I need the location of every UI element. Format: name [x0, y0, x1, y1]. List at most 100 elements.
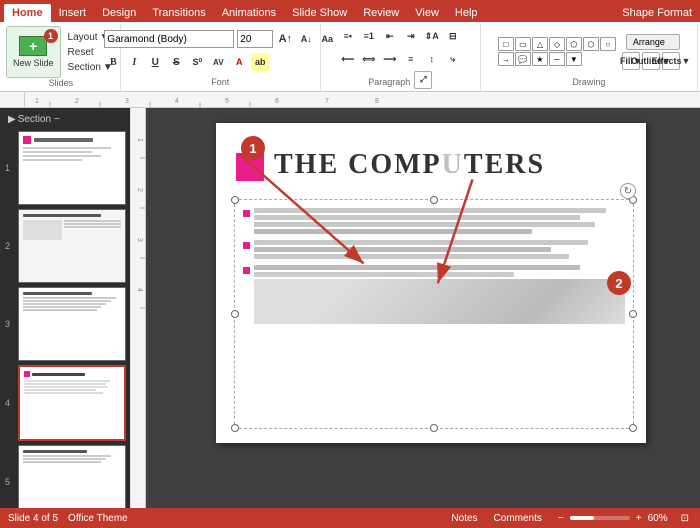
- slides-group-label: Slides: [49, 78, 74, 90]
- arrange-button[interactable]: Arrange: [626, 34, 680, 50]
- bold-button[interactable]: B: [104, 53, 122, 71]
- shape-oval[interactable]: ○: [600, 37, 616, 51]
- slide-thumb-4[interactable]: [18, 365, 126, 441]
- list-numbers-btn[interactable]: ≡1: [360, 27, 378, 45]
- shape-star[interactable]: ★: [532, 52, 548, 66]
- align-left-btn[interactable]: ⟵: [339, 50, 357, 68]
- shape-more[interactable]: ▼: [566, 52, 582, 66]
- indent-increase-btn[interactable]: ⇥: [402, 27, 420, 45]
- notes-btn[interactable]: Notes: [448, 512, 480, 525]
- handle-ml[interactable]: [231, 310, 239, 318]
- ribbon-tabs: Home Insert Design Transitions Animation…: [0, 0, 700, 22]
- justify-btn[interactable]: ≡: [402, 50, 420, 68]
- tab-slideshow[interactable]: Slide Show: [284, 4, 355, 22]
- zoom-in-btn[interactable]: +: [633, 512, 645, 525]
- annotation-1: 1: [44, 29, 58, 43]
- columns-btn[interactable]: ⊟: [444, 27, 462, 45]
- slide-thumb-2[interactable]: [18, 209, 126, 283]
- svg-text:1: 1: [136, 138, 143, 142]
- font-group-label: Font: [211, 77, 229, 89]
- ruler-area: 1 2 3 4 5 6 7 8: [0, 92, 700, 108]
- zoom-out-btn[interactable]: −: [555, 512, 567, 525]
- font-size-input[interactable]: [237, 30, 273, 48]
- para-group-label: Paragraph: [368, 77, 410, 89]
- list-bullets-btn[interactable]: ≡•: [339, 27, 357, 45]
- shape-diamond[interactable]: ◇: [549, 37, 565, 51]
- shape-triangle[interactable]: △: [532, 37, 548, 51]
- tab-insert[interactable]: Insert: [51, 4, 95, 22]
- shape-callout[interactable]: 💬: [515, 52, 531, 66]
- svg-text:5: 5: [225, 98, 229, 105]
- shape-rounded-rect[interactable]: ▭: [515, 37, 531, 51]
- shape-effect-btn[interactable]: Effects▼: [662, 52, 680, 70]
- slide-canvas[interactable]: THE COMPUTERS: [216, 123, 646, 443]
- font-name-input[interactable]: [104, 30, 234, 48]
- handle-tl[interactable]: [231, 196, 239, 204]
- main-content-area: 1 2 3 4: [130, 108, 700, 508]
- line-spacing-btn[interactable]: ↕: [423, 50, 441, 68]
- slide-num-4: 4: [5, 398, 10, 408]
- shadow-button[interactable]: S⁰: [188, 53, 206, 71]
- handle-mr[interactable]: [629, 310, 637, 318]
- text-highlight-button[interactable]: ab: [251, 53, 269, 71]
- tab-home[interactable]: Home: [4, 4, 51, 22]
- ruler-v-svg: 1 2 3 4: [130, 108, 146, 508]
- slide-textbox[interactable]: [234, 199, 634, 429]
- slide-thumb-3[interactable]: [18, 287, 126, 361]
- ribbon-group-font: A↑ A↓ Aa B I U S S⁰ AV A ab Font: [121, 24, 321, 91]
- underline-button[interactable]: U: [146, 53, 164, 71]
- shape-line[interactable]: ─: [549, 52, 565, 66]
- rotate-handle[interactable]: ↻: [620, 183, 636, 199]
- handle-tm[interactable]: [430, 196, 438, 204]
- theme-info: Office Theme: [68, 513, 128, 524]
- tab-transitions[interactable]: Transitions: [144, 4, 213, 22]
- ruler-corner: [0, 92, 25, 108]
- slide-panel: ▶ Section ~ 1: [0, 108, 130, 508]
- smartart-convert-btn[interactable]: ⤷: [444, 50, 462, 68]
- new-slide-icon: +: [19, 36, 47, 56]
- zoom-slider[interactable]: [570, 516, 630, 520]
- shape-arrow[interactable]: →: [498, 52, 514, 66]
- font-name-row: A↑ A↓ Aa: [104, 30, 336, 48]
- indent-decrease-btn[interactable]: ⇤: [381, 27, 399, 45]
- strikethrough-button[interactable]: S: [167, 53, 185, 71]
- shape-rect[interactable]: □: [498, 37, 514, 51]
- tab-shapeformat[interactable]: Shape Format: [614, 4, 700, 22]
- slide-thumb-wrapper-3: 3: [18, 287, 126, 361]
- status-bar: Slide 4 of 5 Office Theme Notes Comments…: [0, 508, 700, 528]
- slide-title: THE COMPUTERS: [274, 149, 545, 181]
- align-center-btn[interactable]: ⟺: [360, 50, 378, 68]
- comments-btn[interactable]: Comments: [491, 512, 545, 525]
- tab-view[interactable]: View: [407, 4, 447, 22]
- bullet-3: [243, 267, 250, 274]
- align-right-btn[interactable]: ⟶: [381, 50, 399, 68]
- drawing-group-label: Drawing: [572, 77, 605, 89]
- para-dialog-btn[interactable]: ⤢: [414, 71, 432, 89]
- shape-hexagon[interactable]: ⬡: [583, 37, 599, 51]
- tab-animations[interactable]: Animations: [214, 4, 284, 22]
- para-row-2: ⟵ ⟺ ⟶ ≡ ↕ ⤷: [339, 50, 462, 68]
- ribbon-group-paragraph: ≡• ≡1 ⇤ ⇥ ⇕A ⊟ ⟵ ⟺ ⟶ ≡ ↕ ⤷ Paragraph ⤢: [321, 24, 481, 91]
- fit-slide-btn[interactable]: ⊡: [678, 512, 692, 525]
- new-slide-button[interactable]: + New Slide 1: [6, 26, 61, 78]
- slide-content: [235, 200, 633, 428]
- text-direction-btn[interactable]: ⇕A: [423, 27, 441, 45]
- font-color-button[interactable]: A: [230, 53, 248, 71]
- italic-button[interactable]: I: [125, 53, 143, 71]
- tab-design[interactable]: Design: [94, 4, 144, 22]
- bullet-2: [243, 242, 250, 249]
- handle-br[interactable]: [629, 424, 637, 432]
- slide-thumb-5[interactable]: [18, 445, 126, 508]
- font-format-row: B I U S S⁰ AV A ab: [104, 53, 336, 71]
- char-spacing-button[interactable]: AV: [209, 53, 227, 71]
- slide-thumb-1[interactable]: [18, 131, 126, 205]
- handle-bm[interactable]: [430, 424, 438, 432]
- tab-help[interactable]: Help: [447, 4, 486, 22]
- tab-review[interactable]: Review: [355, 4, 407, 22]
- font-size-decrease[interactable]: A↓: [297, 30, 315, 48]
- handle-bl[interactable]: [231, 424, 239, 432]
- font-size-increase[interactable]: A↑: [276, 30, 294, 48]
- shape-pentagon[interactable]: ⬠: [566, 37, 582, 51]
- slide-thumb-wrapper-1: 1: [18, 131, 126, 205]
- svg-text:3: 3: [125, 98, 129, 105]
